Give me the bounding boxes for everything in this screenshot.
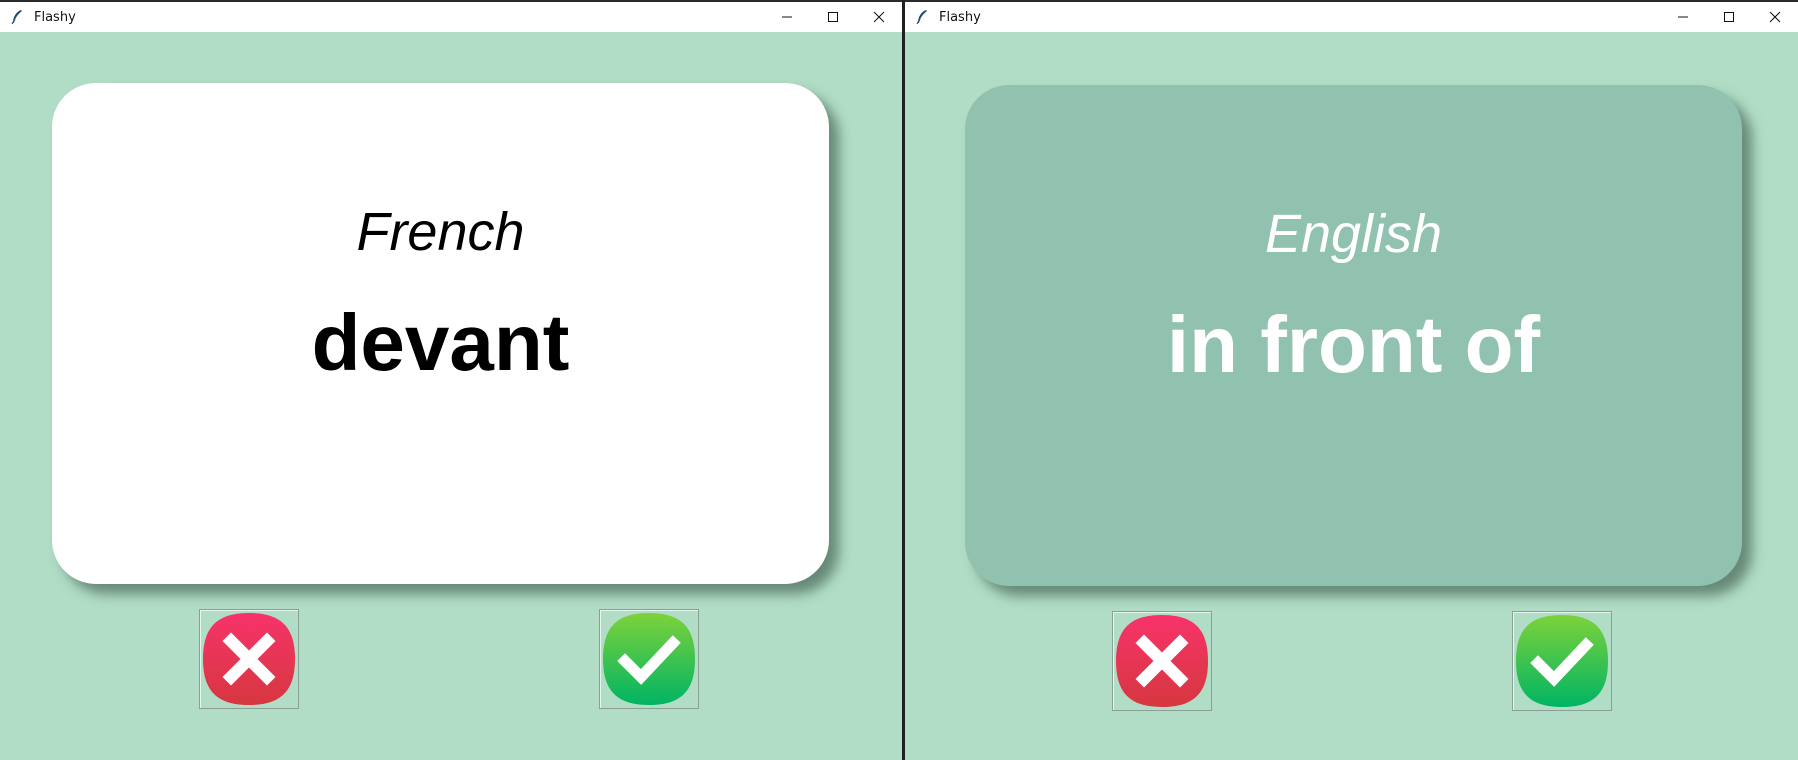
title-bar[interactable]: Flashy: [0, 0, 902, 32]
feather-icon: [911, 6, 933, 28]
maximize-button[interactable]: [810, 2, 856, 32]
feather-icon: [6, 6, 28, 28]
title-bar[interactable]: Flashy: [905, 0, 1798, 32]
minimize-button[interactable]: [1660, 2, 1706, 32]
x-icon: [203, 613, 295, 705]
right-button[interactable]: [1512, 611, 1612, 711]
flashcard-back: English in front of: [965, 85, 1742, 586]
close-button[interactable]: [856, 2, 902, 32]
card-word: in front of: [1166, 300, 1541, 389]
checkmark-icon: [603, 613, 695, 705]
wrong-button[interactable]: [199, 609, 299, 709]
maximize-button[interactable]: [1706, 2, 1752, 32]
x-icon: [1116, 615, 1208, 707]
minimize-button[interactable]: [764, 2, 810, 32]
checkmark-icon: [1516, 615, 1608, 707]
card-word: devant: [311, 298, 570, 387]
window-title: Flashy: [939, 9, 981, 25]
flashy-window-back: Flashy English in front of: [902, 0, 1798, 760]
right-button[interactable]: [599, 609, 699, 709]
card-language: English: [1264, 204, 1443, 264]
close-button[interactable]: [1752, 2, 1798, 32]
card-language: French: [356, 202, 525, 262]
flashy-window-front: Flashy French devant: [0, 0, 902, 760]
wrong-button[interactable]: [1112, 611, 1212, 711]
flashcard-front: French devant: [52, 83, 829, 584]
window-title: Flashy: [34, 9, 76, 25]
